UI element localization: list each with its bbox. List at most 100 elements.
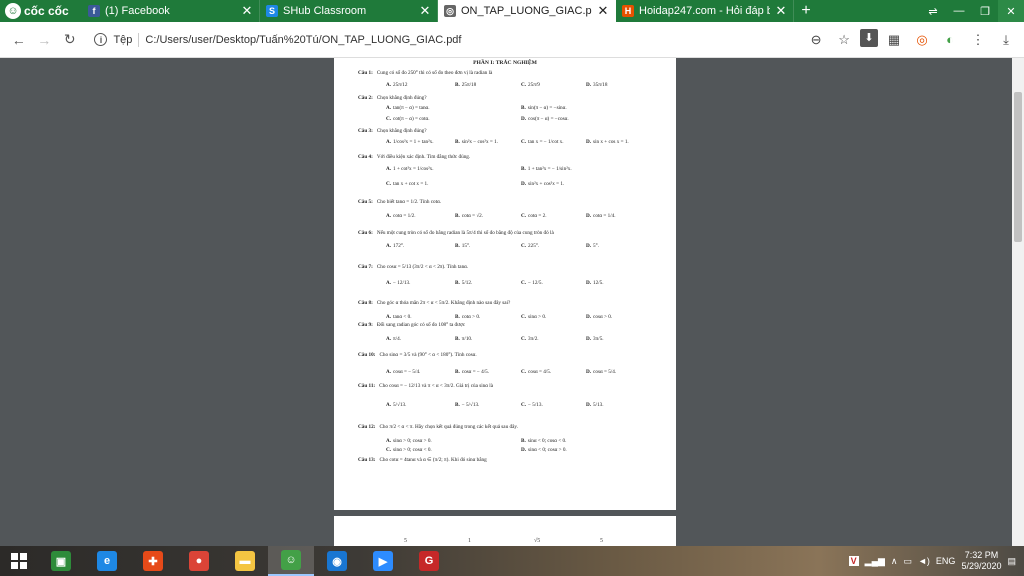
answer-option: A. cosα = − 5/4. (386, 369, 420, 375)
option-text: cosα = 5/4. (593, 369, 617, 375)
question-label: Câu 8: (358, 300, 373, 306)
shield-app-icon: ✚ (143, 551, 163, 571)
coccoc-menu-button[interactable]: ☺ cốc cốc (0, 0, 82, 22)
taskbar-app[interactable]: ☺ (268, 546, 314, 576)
option-text: π/4. (393, 336, 401, 342)
pdf-viewer[interactable]: PHẦN I: TRẮC NGHIỆM Câu 1: Cung có số đo … (0, 58, 1024, 546)
option-letter: D. (586, 82, 592, 88)
volume-icon[interactable]: ◄) (918, 556, 930, 566)
taskbar-app[interactable]: ✚ (130, 546, 176, 576)
tab-close-icon[interactable]: ✕ (775, 3, 787, 19)
taskbar-app[interactable]: e (84, 546, 130, 576)
browser-tab[interactable]: S SHub Classroom ✕ (260, 0, 438, 22)
network-icon[interactable]: ▂▄▆ (865, 556, 885, 567)
taskbar-app[interactable]: ▣ (38, 546, 84, 576)
option-text: 1 + tan²x = − 1/sin²x. (527, 166, 572, 172)
question-label: Câu 9: (358, 322, 373, 328)
option-letter: C. (521, 243, 527, 249)
answer-option: D. 12/5. (586, 280, 604, 286)
reload-button[interactable]: ↻ (57, 31, 82, 48)
facebook-icon: f (88, 5, 100, 17)
scrollbar[interactable] (1012, 58, 1024, 546)
option-text: cosα = − 4/5. (461, 369, 490, 375)
windows-logo-icon (11, 553, 27, 569)
calendar-icon[interactable]: ▦ (882, 29, 906, 51)
question-item: Câu 5: Cho biết tanα = 1/2. Tính cotα. (358, 199, 441, 205)
tab-close-icon[interactable]: ✕ (597, 3, 609, 19)
question-text: Đổi sang radian góc có số đo 108° ta đượ… (376, 322, 466, 328)
answer-option: B. sinα < 0; cosα < 0. (521, 438, 566, 444)
tab-close-icon[interactable]: ✕ (419, 3, 431, 19)
extension-icon[interactable]: ◎ (910, 29, 934, 51)
address-bar[interactable]: i Tệp C:/Users/user/Desktop/Tuấn%20Tú/ON… (88, 27, 804, 53)
new-tab-button[interactable]: + (794, 0, 818, 22)
close-window-button[interactable]: ✕ (998, 0, 1024, 22)
question-text: Chọn khẳng định đúng? (376, 128, 427, 134)
brand-label: cốc cốc (24, 4, 69, 18)
battery-icon[interactable]: ▭ (904, 556, 913, 567)
store-icon: ▣ (51, 551, 71, 571)
option-text: sinα < 0; cosα > 0. (528, 447, 567, 453)
back-button[interactable]: ← (6, 32, 31, 48)
notifications-icon[interactable]: ▤ (1007, 556, 1016, 567)
browser-tab[interactable]: H Hoidap247.com - Hỏi đáp bà ✕ (616, 0, 794, 22)
option-letter: A. (386, 336, 392, 342)
vpn-icon[interactable]: V (848, 556, 859, 566)
answer-option: C. sinα > 0. (521, 314, 546, 320)
option-letter: C. (521, 314, 527, 320)
option-text: 3π/5. (593, 336, 604, 342)
zoom-icon-button[interactable]: ⊖ (804, 29, 828, 51)
language-indicator[interactable]: ENG (936, 556, 956, 566)
info-icon[interactable]: i (94, 33, 108, 46)
question-item: Câu 2: Chọn khẳng định đúng? (358, 95, 427, 101)
garena-icon: G (419, 551, 439, 571)
pdf-heading: PHẦN I: TRẮC NGHIỆM (473, 60, 537, 66)
downloads-icon[interactable]: ⤓ (994, 29, 1018, 51)
taskbar-app[interactable]: ● (176, 546, 222, 576)
scrollbar-thumb[interactable] (1014, 92, 1022, 242)
option-letter: D. (586, 213, 592, 219)
question-item: Câu 10: Cho sinα = 3/5 và (90° < α < 180°… (358, 352, 477, 358)
profile-icon[interactable]: ⇌ (920, 0, 946, 22)
taskbar-app[interactable]: G (406, 546, 452, 576)
page2-fragment: 5 (600, 538, 603, 544)
maximize-button[interactable]: ❐ (972, 0, 998, 22)
minimize-button[interactable]: — (946, 0, 972, 22)
question-item: Câu 7: Cho cosα = 5/13 (3π/2 < α < 2π). T… (358, 264, 468, 270)
option-letter: D. (586, 369, 592, 375)
option-text: cosα = 4/5. (528, 369, 552, 375)
hoidap-icon: H (622, 5, 634, 17)
option-text: − 12/13. (393, 280, 411, 286)
start-button[interactable] (0, 546, 38, 576)
ie-icon: e (97, 551, 117, 571)
translate-icon[interactable]: ◐ (938, 29, 962, 51)
browser-tab[interactable]: ◎ ON_TAP_LUONG_GIAC.pdf ✕ (438, 0, 616, 22)
taskbar-app[interactable]: ▶ (360, 546, 406, 576)
answer-option: D. sin x + cos x = 1. (586, 139, 629, 145)
bookmark-star-icon[interactable]: ☆ (832, 29, 856, 51)
option-text: 15°. (461, 243, 471, 249)
option-letter: C. (386, 181, 392, 187)
answer-option: B. 1 + tan²x = − 1/sin²x. (521, 166, 572, 172)
option-letter: C. (521, 402, 527, 408)
question-label: Câu 5: (358, 199, 373, 205)
globe-icon: ◎ (444, 5, 456, 17)
download-pdf-icon[interactable]: ⬇ (860, 28, 879, 47)
address-url[interactable]: C:/Users/user/Desktop/Tuấn%20Tú/ON_TAP_L… (145, 34, 461, 46)
option-letter: B. (455, 213, 460, 219)
chevron-up-icon[interactable]: ∧ (891, 556, 898, 567)
taskbar-app[interactable]: ◉ (314, 546, 360, 576)
divider (138, 32, 140, 47)
taskbar-app[interactable]: ▬ (222, 546, 268, 576)
clock[interactable]: 7:32 PM 5/29/2020 (961, 550, 1001, 572)
menu-icon[interactable]: ⋮ (966, 29, 990, 51)
answer-option: D. 5/13. (586, 402, 604, 408)
tab-close-icon[interactable]: ✕ (241, 3, 253, 19)
forward-button[interactable]: → (31, 32, 56, 48)
answer-option: C. cosα = 4/5. (521, 369, 551, 375)
option-text: sin x + cos x = 1. (593, 139, 629, 145)
question-text: Cho cotα = 4tanα và α ∈ (π/2; π). Khi đó… (379, 457, 487, 463)
browser-tab[interactable]: f (1) Facebook ✕ (82, 0, 260, 22)
option-text: − 5/13. (528, 402, 543, 408)
answer-option: A. tan(π − α) = tanα. (386, 105, 430, 111)
